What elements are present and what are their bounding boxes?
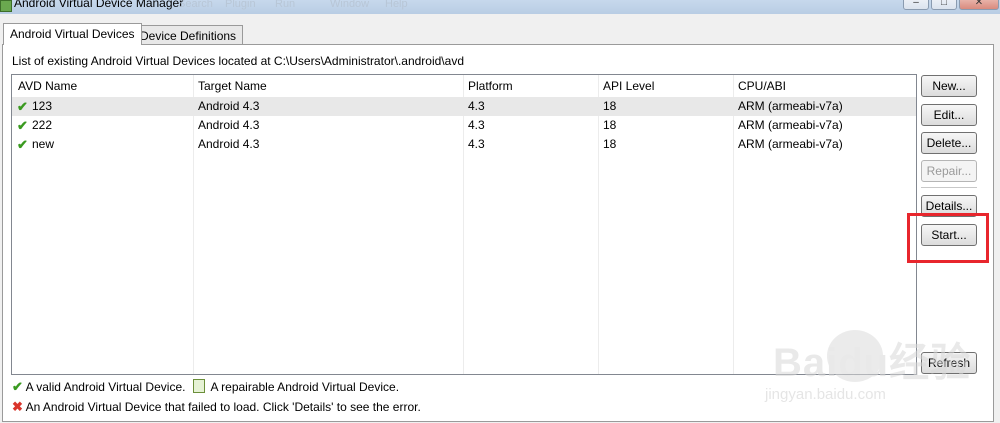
menu-item-run[interactable]: Run <box>275 0 295 10</box>
column-header-target-name[interactable]: Target Name <box>198 75 267 97</box>
api-level-cell: 18 <box>603 99 617 113</box>
column-header-api-level[interactable]: API Level <box>603 75 654 97</box>
avd-table[interactable]: AVD Name Target Name Platform API Level … <box>11 74 917 375</box>
app-icon <box>0 0 12 12</box>
cpu-abi-cell: ARM (armeabi-v7a) <box>738 137 843 151</box>
valid-check-icon: ✔ <box>17 137 28 152</box>
legend-failed-text: An Android Virtual Device that failed to… <box>25 400 421 414</box>
menu-item-plugin[interactable]: Plugin <box>225 0 256 10</box>
target-name-cell: Android 4.3 <box>198 99 260 113</box>
maximize-button[interactable]: □ <box>931 0 957 10</box>
menu-item-search[interactable]: Search <box>178 0 213 10</box>
table-row[interactable]: ✔ new Android 4.3 4.3 18 ARM (armeabi-v7… <box>12 135 916 154</box>
column-header-cpu-abi[interactable]: CPU/ABI <box>738 75 786 97</box>
tab-device-definitions[interactable]: Device Definitions <box>133 25 244 46</box>
close-button[interactable]: ✕ <box>959 0 999 10</box>
cpu-abi-cell: ARM (armeabi-v7a) <box>738 99 843 113</box>
button-separator <box>921 187 977 188</box>
start-highlight-annotation <box>907 213 989 263</box>
table-row[interactable]: ✔ 123 Android 4.3 4.3 18 ARM (armeabi-v7… <box>12 97 916 116</box>
avd-location-label: List of existing Android Virtual Devices… <box>12 54 464 68</box>
valid-check-icon: ✔ <box>17 118 28 133</box>
window-title: Android Virtual Device Manager <box>14 0 184 10</box>
avd-name-cell: 123 <box>32 99 53 113</box>
repairable-icon <box>192 379 205 393</box>
avd-name-cell: 222 <box>32 118 53 132</box>
platform-cell: 4.3 <box>468 118 485 132</box>
new-button[interactable]: New... <box>921 75 977 97</box>
repair-button[interactable]: Repair... <box>921 160 977 182</box>
column-header-platform[interactable]: Platform <box>468 75 513 97</box>
target-name-cell: Android 4.3 <box>198 118 260 132</box>
legend-valid-text: A valid Android Virtual Device. <box>25 380 186 394</box>
cpu-abi-cell: ARM (armeabi-v7a) <box>738 118 843 132</box>
platform-cell: 4.3 <box>468 99 485 113</box>
table-row[interactable]: ✔ 222 Android 4.3 4.3 18 ARM (armeabi-v7… <box>12 116 916 135</box>
valid-check-icon: ✔ <box>17 99 28 114</box>
avd-name-cell: new <box>32 137 55 151</box>
delete-button[interactable]: Delete... <box>921 132 977 154</box>
valid-check-icon: ✔ <box>12 379 23 394</box>
title-bar: Android Virtual Device Manager Search Pl… <box>0 0 1000 14</box>
legend-row: ✖ An Android Virtual Device that failed … <box>12 398 421 416</box>
edit-button[interactable]: Edit... <box>921 104 977 126</box>
error-x-icon: ✖ <box>12 399 23 414</box>
menu-item-window[interactable]: Window <box>330 0 369 10</box>
target-name-cell: Android 4.3 <box>198 137 260 151</box>
platform-cell: 4.3 <box>468 137 485 151</box>
menu-item-help[interactable]: Help <box>385 0 408 10</box>
tab-android-virtual-devices[interactable]: Android Virtual Devices <box>3 23 142 45</box>
api-level-cell: 18 <box>603 118 617 132</box>
column-header-avd-name[interactable]: AVD Name <box>18 75 77 97</box>
legend-row: ✔ A valid Android Virtual Device. A repa… <box>12 378 399 396</box>
minimize-button[interactable]: – <box>903 0 929 10</box>
window-edge <box>994 44 1000 423</box>
refresh-button[interactable]: Refresh <box>921 352 977 374</box>
legend-repairable-text: A repairable Android Virtual Device. <box>210 380 400 394</box>
api-level-cell: 18 <box>603 137 617 151</box>
